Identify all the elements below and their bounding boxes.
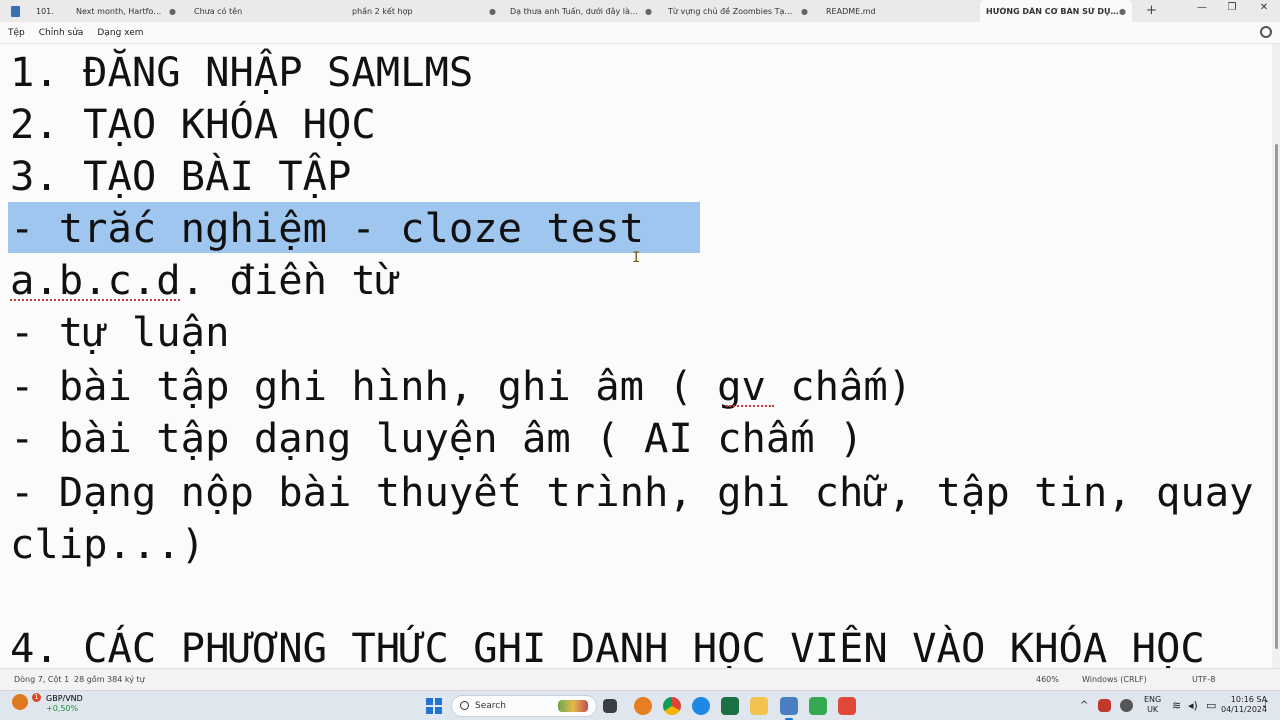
- unsaved-dot-icon[interactable]: ●: [489, 7, 496, 16]
- widget-subtitle: +0,50%: [46, 704, 79, 713]
- file-explorer-icon[interactable]: [750, 697, 768, 715]
- text-cursor-icon: I: [632, 250, 641, 266]
- tab-readme[interactable]: README.md: [826, 0, 966, 22]
- close-button[interactable]: ✕: [1256, 2, 1272, 13]
- clock[interactable]: 10:16 SA 04/11/2024: [1221, 695, 1267, 715]
- tab-label: HƯỚNG DẪN CƠ BẢN SỬ DỤNG LI: [986, 6, 1120, 16]
- editor-line: 2. TẠO KHÓA HỌC: [10, 100, 376, 148]
- zalo-icon[interactable]: [692, 697, 710, 715]
- line-ending[interactable]: Windows (CRLF): [1082, 675, 1147, 684]
- cursor-position: Dòng 7, Cột 1: [14, 675, 70, 684]
- unsaved-dot-icon[interactable]: ●: [801, 7, 808, 16]
- spellcheck-underline: [10, 298, 180, 301]
- tab-label: README.md: [826, 6, 876, 16]
- language-indicator[interactable]: ENG UK: [1144, 695, 1161, 715]
- widget-text: GBP/VND +0,50%: [46, 694, 83, 714]
- currency-icon: [12, 694, 28, 710]
- language-code: ENG: [1144, 695, 1162, 704]
- date: 04/11/2024: [1221, 705, 1268, 714]
- unsaved-dot-icon[interactable]: ●: [645, 7, 652, 16]
- editor-line-selected: - trắc nghiệm - cloze test: [10, 204, 644, 252]
- app-green-icon[interactable]: [809, 697, 827, 715]
- status-bar: Dòng 7, Cột 1 28 gồm 384 ký tự 460% Wind…: [0, 668, 1280, 690]
- menu-file[interactable]: Tệp: [8, 28, 25, 38]
- editor-line: 3. TẠO BÀI TẬP: [10, 152, 352, 200]
- wifi-icon[interactable]: ≋: [1172, 699, 1181, 712]
- editor-line: - bài tập dạng luyện âm ( AI chấm ): [10, 414, 864, 462]
- excel-icon[interactable]: [721, 697, 739, 715]
- windows-start-icon[interactable]: [426, 698, 442, 714]
- tab-label: Chưa có tên: [194, 6, 243, 16]
- search-app-icon[interactable]: [634, 697, 652, 715]
- tray-app-icon[interactable]: [1098, 699, 1111, 712]
- chevron-up-icon[interactable]: ^: [1080, 700, 1088, 711]
- editor-line: - Dạng nộp bài thuyết trình, ghi chữ, tậ…: [10, 468, 1254, 516]
- chrome-icon[interactable]: [663, 697, 681, 715]
- tab-101[interactable]: 101.: [36, 0, 76, 22]
- tab-label: 101.: [36, 6, 54, 16]
- volume-icon[interactable]: ◂): [1188, 699, 1198, 712]
- scrollbar-thumb[interactable]: [1275, 144, 1278, 649]
- tab-da-thua[interactable]: Dạ thưa anh Tuấn, dưới đây là bài t ●: [510, 0, 654, 22]
- notification-badge: 1: [32, 693, 41, 702]
- editor-line: - tự luận: [10, 308, 230, 356]
- time: 10:16 SA: [1230, 695, 1268, 704]
- text-editor[interactable]: 1. ĐĂNG NHẬP SAMLMS 2. TẠO KHÓA HỌC 3. T…: [0, 44, 1272, 668]
- taskbar-search[interactable]: Search: [451, 695, 597, 717]
- zoom-level[interactable]: 460%: [1036, 675, 1059, 684]
- editor-line: 1. ĐĂNG NHẬP SAMLMS: [10, 48, 474, 96]
- search-label: Search: [475, 701, 506, 711]
- tab-phan-2[interactable]: phần 2 kết hợp ●: [352, 0, 498, 22]
- unsaved-dot-icon[interactable]: ●: [1119, 7, 1126, 16]
- notepad-icon[interactable]: [780, 697, 798, 720]
- character-count: 28 gồm 384 ký tự: [74, 675, 145, 684]
- taskview-icon[interactable]: [603, 699, 617, 713]
- tab-bar: 101. Next month, Hartford Ci ● Chưa có tê…: [0, 0, 1280, 22]
- gear-icon[interactable]: [1260, 26, 1272, 38]
- notification-bell-icon[interactable]: ♪: [1262, 699, 1268, 710]
- notepad-app-icon: [0, 0, 30, 22]
- tab-label: Từ vựng chủ đề Zoombies Tạo danh: [668, 6, 796, 16]
- tray-app-icon[interactable]: [1120, 699, 1133, 712]
- minimize-button[interactable]: —: [1194, 2, 1210, 13]
- tab-huong-dan[interactable]: HƯỚNG DẪN CƠ BẢN SỬ DỤNG LI ●: [980, 0, 1132, 22]
- menu-edit[interactable]: Chỉnh sửa: [39, 28, 84, 38]
- search-highlight-icon: [558, 700, 588, 712]
- editor-line: clip...): [10, 520, 206, 568]
- tab-tu-vung[interactable]: Từ vựng chủ đề Zoombies Tạo danh ●: [668, 0, 810, 22]
- editor-line: 4. CÁC PHƯƠNG THỨC GHI DANH HỌC VIÊN VÀO…: [10, 624, 1205, 668]
- maximize-button[interactable]: ❐: [1224, 2, 1240, 13]
- taskbar: 1 GBP/VND +0,50% Search ^ ENG UK ≋ ◂) ▭ …: [0, 690, 1280, 720]
- tab-untitled[interactable]: Chưa có tên: [194, 0, 344, 22]
- tab-next-month[interactable]: Next month, Hartford Ci ●: [76, 0, 178, 22]
- editor-line: - bài tập ghi hình, ghi âm ( gv chấm): [10, 362, 913, 410]
- widget-title: GBP/VND: [46, 694, 83, 703]
- menu-view[interactable]: Dạng xem: [97, 28, 143, 38]
- keyboard-layout: UK: [1147, 705, 1159, 714]
- tab-label: Next month, Hartford Ci: [76, 6, 164, 16]
- vertical-scrollbar[interactable]: [1272, 44, 1280, 668]
- new-tab-button[interactable]: +: [1146, 3, 1157, 18]
- widgets-button[interactable]: 1 GBP/VND +0,50%: [12, 693, 83, 713]
- app-red-icon[interactable]: [838, 697, 856, 715]
- menu-bar: Tệp Chỉnh sửa Dạng xem: [0, 22, 1280, 44]
- battery-icon[interactable]: ▭: [1206, 699, 1216, 712]
- spellcheck-underline: [726, 404, 774, 407]
- unsaved-dot-icon[interactable]: ●: [169, 7, 176, 16]
- tab-label: Dạ thưa anh Tuấn, dưới đây là bài t: [510, 6, 638, 16]
- search-icon: [460, 701, 469, 710]
- tab-label: phần 2 kết hợp: [352, 6, 413, 16]
- encoding[interactable]: UTF-8: [1192, 675, 1215, 684]
